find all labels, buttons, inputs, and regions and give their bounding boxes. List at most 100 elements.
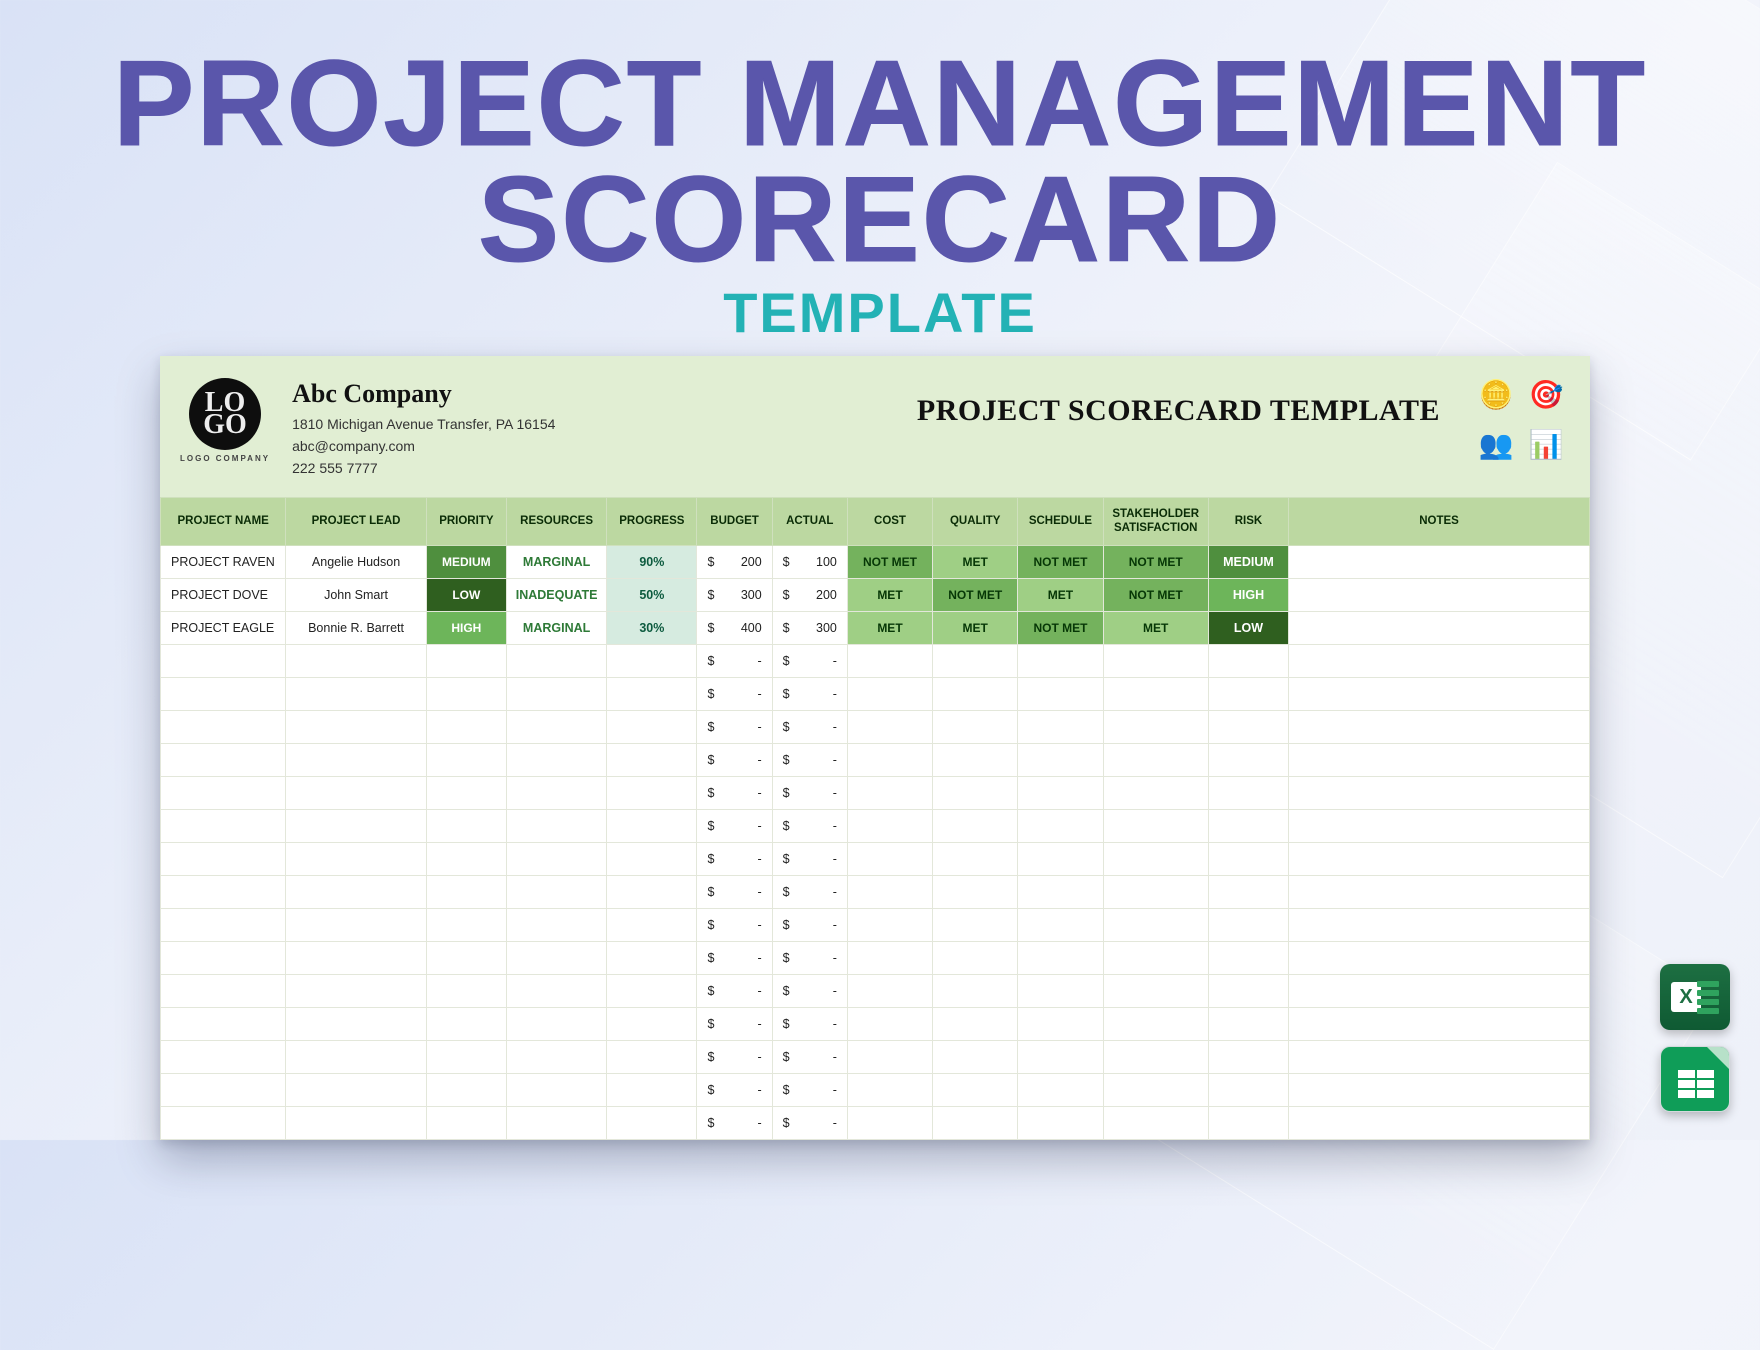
- table-row-empty: $-$-: [161, 809, 1590, 842]
- cell-actual: $100: [772, 545, 847, 578]
- cell-empty: [1018, 842, 1103, 875]
- cell-empty: [426, 908, 506, 941]
- cell-empty: [161, 644, 286, 677]
- cell-empty: [1208, 743, 1288, 776]
- cell-empty: [1208, 941, 1288, 974]
- cell-empty: [1103, 710, 1208, 743]
- cell-empty-money: $-: [697, 809, 772, 842]
- cell-empty: [286, 1073, 426, 1106]
- cell-empty: [1208, 1007, 1288, 1040]
- col-header: RISK: [1208, 498, 1288, 545]
- cell-empty: [161, 809, 286, 842]
- table-row-empty: $-$-: [161, 677, 1590, 710]
- cell-empty: [847, 1040, 932, 1073]
- cell-empty: [847, 974, 932, 1007]
- cell-empty: [933, 1040, 1018, 1073]
- cell-empty-money: $-: [772, 1007, 847, 1040]
- chart-icon: 📊: [1524, 422, 1568, 466]
- cell-empty: [1018, 941, 1103, 974]
- cell-empty: [161, 776, 286, 809]
- cell-empty: [847, 842, 932, 875]
- cell-empty: [1018, 1106, 1103, 1139]
- cell-quality: MET: [933, 611, 1018, 644]
- cell-empty: [1103, 1106, 1208, 1139]
- cell-empty-money: $-: [772, 677, 847, 710]
- cell-empty-money: $-: [697, 644, 772, 677]
- cell-empty: [161, 743, 286, 776]
- company-name: Abc Company: [292, 374, 555, 414]
- cell-empty: [1103, 974, 1208, 1007]
- title-main: PROJECT MANAGEMENT SCORECARD: [30, 46, 1730, 278]
- cell-project-name: PROJECT RAVEN: [161, 545, 286, 578]
- cell-empty-money: $-: [772, 908, 847, 941]
- cell-empty: [286, 710, 426, 743]
- cell-empty-money: $-: [697, 1040, 772, 1073]
- cell-empty: [1208, 908, 1288, 941]
- cell-empty: [607, 875, 697, 908]
- cell-cost: MET: [847, 611, 932, 644]
- cell-empty: [933, 809, 1018, 842]
- cell-empty: [506, 1007, 606, 1040]
- cell-lead: Bonnie R. Barrett: [286, 611, 426, 644]
- document-title: PROJECT SCORECARD TEMPLATE: [917, 394, 1440, 428]
- cell-empty: [426, 974, 506, 1007]
- cell-empty: [1103, 743, 1208, 776]
- cell-empty: [1018, 974, 1103, 1007]
- cell-empty-money: $-: [772, 1040, 847, 1073]
- cell-empty: [506, 809, 606, 842]
- cell-empty-money: $-: [697, 743, 772, 776]
- col-header: PROGRESS: [607, 498, 697, 545]
- cell-empty: [506, 644, 606, 677]
- cell-empty-money: $-: [697, 941, 772, 974]
- cell-actual: $300: [772, 611, 847, 644]
- cell-empty: [933, 974, 1018, 1007]
- cell-empty: [607, 1106, 697, 1139]
- cell-empty: [847, 776, 932, 809]
- logo-caption: LOGO COMPANY: [180, 454, 270, 463]
- cell-empty: [1208, 710, 1288, 743]
- cell-risk: LOW: [1208, 611, 1288, 644]
- cell-empty: [1208, 644, 1288, 677]
- cell-empty: [426, 743, 506, 776]
- table-row-empty: $-$-: [161, 1007, 1590, 1040]
- cell-empty-money: $-: [772, 743, 847, 776]
- cell-empty: [1018, 1007, 1103, 1040]
- cell-empty: [161, 1106, 286, 1139]
- cell-empty-money: $-: [772, 842, 847, 875]
- cell-empty: [847, 908, 932, 941]
- cell-empty: [426, 1106, 506, 1139]
- cell-empty-money: $-: [772, 1106, 847, 1139]
- cell-empty: [607, 776, 697, 809]
- cell-empty: [286, 677, 426, 710]
- cell-risk: HIGH: [1208, 578, 1288, 611]
- cell-empty: [607, 974, 697, 1007]
- cell-empty-money: $-: [772, 941, 847, 974]
- cell-empty: [933, 1106, 1018, 1139]
- table-row-empty: $-$-: [161, 644, 1590, 677]
- cell-empty: [1103, 1007, 1208, 1040]
- cell-empty: [286, 842, 426, 875]
- cell-quality: NOT MET: [933, 578, 1018, 611]
- company-text: Abc Company 1810 Michigan Avenue Transfe…: [292, 374, 555, 479]
- cell-empty: [1289, 1106, 1590, 1139]
- cell-empty: [1018, 908, 1103, 941]
- cell-notes: [1289, 611, 1590, 644]
- table-row-empty: $-$-: [161, 875, 1590, 908]
- cell-empty: [506, 710, 606, 743]
- cell-empty: [1289, 1040, 1590, 1073]
- cell-empty: [1018, 1040, 1103, 1073]
- cell-empty: [933, 875, 1018, 908]
- cell-empty: [1289, 1007, 1590, 1040]
- cell-empty: [1208, 809, 1288, 842]
- cell-empty-money: $-: [697, 1073, 772, 1106]
- cell-empty: [286, 1106, 426, 1139]
- cell-empty-money: $-: [697, 1106, 772, 1139]
- cell-empty: [1103, 875, 1208, 908]
- cell-empty: [933, 776, 1018, 809]
- cell-empty: [847, 809, 932, 842]
- cell-empty: [847, 677, 932, 710]
- cell-empty: [933, 842, 1018, 875]
- col-header: QUALITY: [933, 498, 1018, 545]
- cell-empty: [1289, 974, 1590, 1007]
- cell-empty: [607, 644, 697, 677]
